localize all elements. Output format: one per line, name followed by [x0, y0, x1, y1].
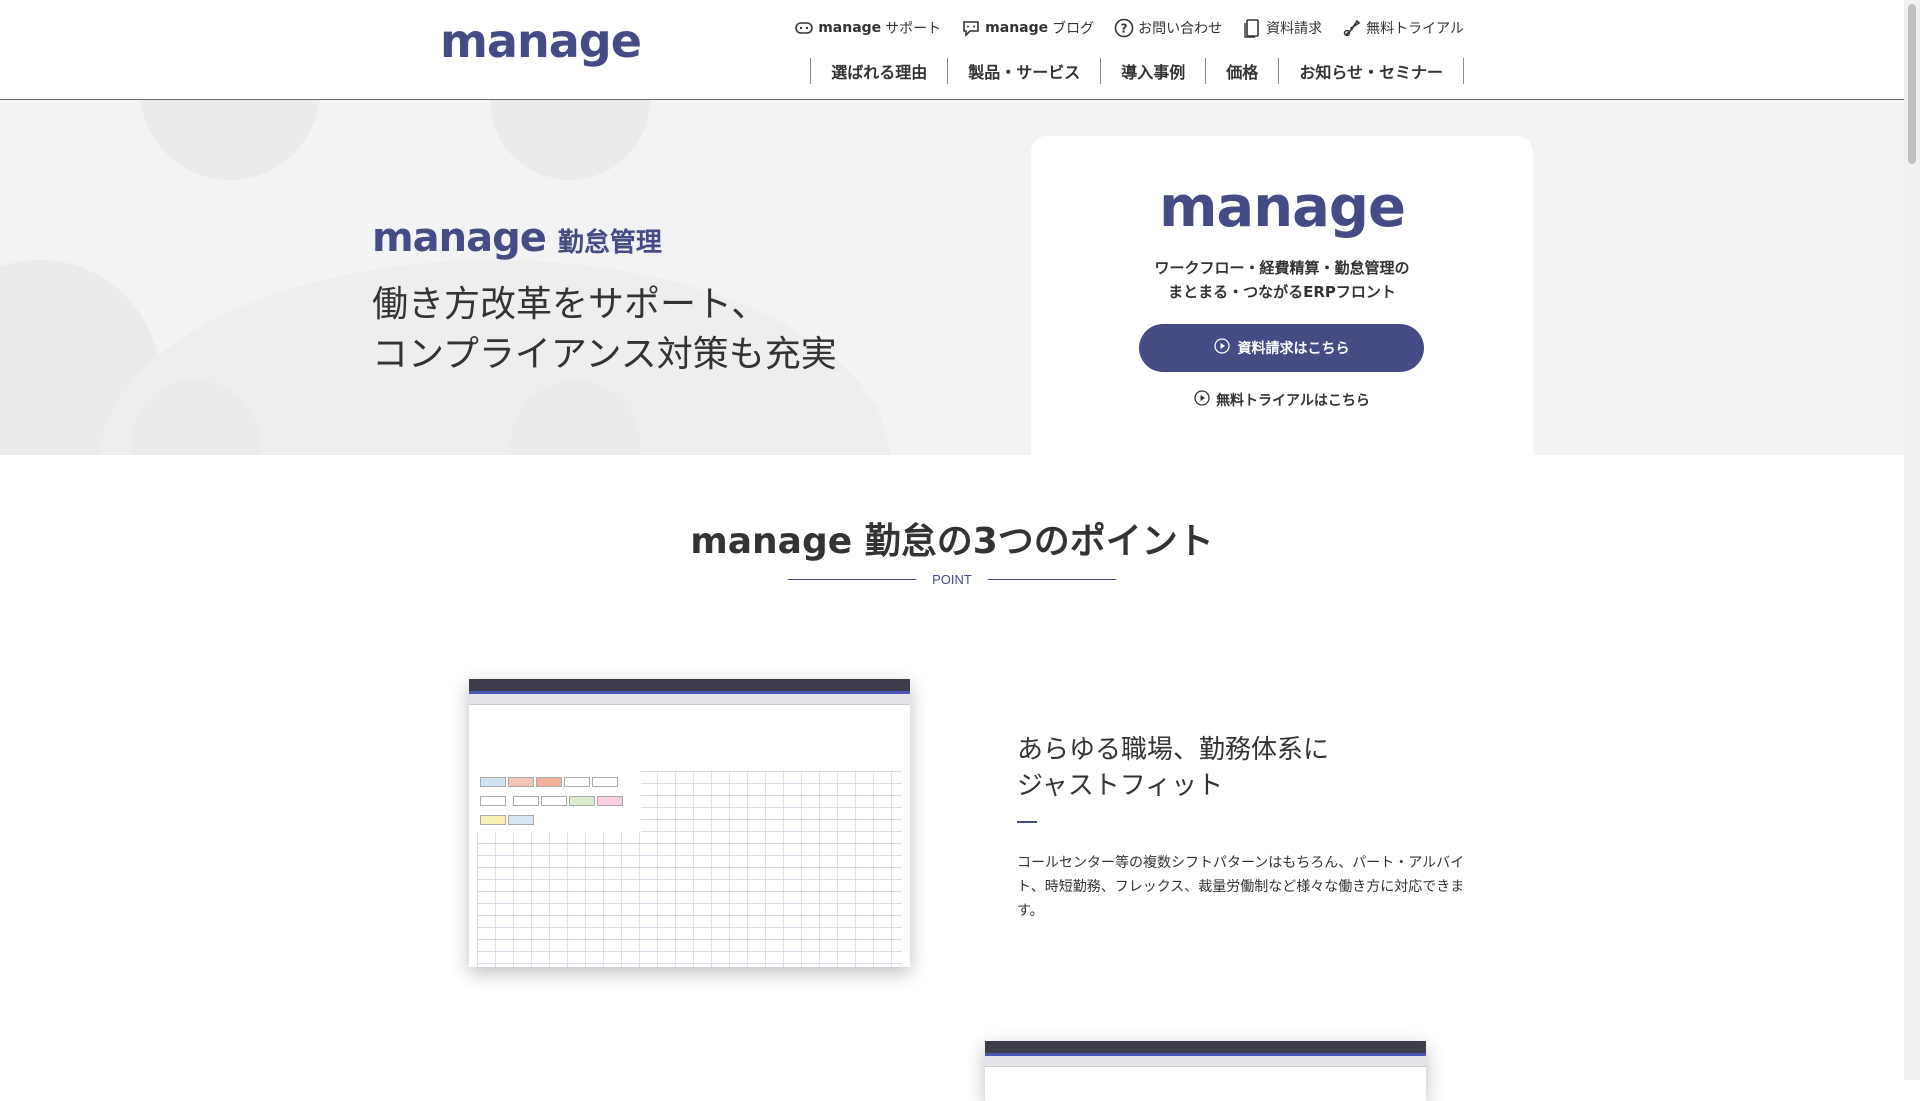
- play-circle-icon: [1194, 390, 1210, 410]
- hero-logo: manage: [372, 215, 547, 261]
- points-subtitle: POINT: [0, 572, 1904, 587]
- shift-chip: [480, 815, 506, 825]
- hero-catchcopy: 働き方改革をサポート、 コンプライアンス対策も充実: [372, 280, 837, 380]
- hero-brand: manage 勤怠管理: [372, 215, 662, 261]
- decorative-circle: [490, 100, 650, 180]
- play-circle-icon: [1213, 338, 1230, 358]
- points-title: manage 勤怠の3つのポイント: [690, 521, 1214, 562]
- shift-chip: [592, 777, 618, 787]
- nav-item-reasons[interactable]: 選ばれる理由: [811, 58, 949, 84]
- shift-chip: [513, 796, 540, 806]
- utility-nav: manage サポート manage ブログ ? お問い合わせ 資料請求 無料トライ…: [794, 18, 1464, 38]
- nav-item-pricing[interactable]: 価格: [1206, 58, 1280, 84]
- hero-catch-line2: コンプライアンス対策も充実: [372, 334, 837, 375]
- util-trial-text: 無料トライアル: [1366, 21, 1464, 37]
- support-icon: [794, 18, 814, 38]
- util-blog-text: ブログ: [1052, 21, 1095, 37]
- shift-chip: [508, 815, 534, 825]
- attendance-screenshot: [469, 679, 910, 967]
- trial-icon: [1342, 18, 1362, 38]
- point1-title: あらゆる職場、勤務体系に ジャストフィット: [1017, 732, 1329, 804]
- decorative-circle: [140, 100, 320, 180]
- screenshot-tabs: [985, 1056, 1426, 1067]
- free-trial-link[interactable]: 無料トライアルはこちら: [1031, 390, 1533, 410]
- question-icon: ?: [1114, 18, 1134, 38]
- shift-chip: [480, 796, 506, 806]
- shift-chip: [569, 796, 596, 806]
- svg-text:?: ?: [1121, 22, 1128, 36]
- util-support-bold: manage: [818, 20, 882, 36]
- point1-title-line1: あらゆる職場、勤務体系に: [1017, 735, 1330, 765]
- nav-item-news[interactable]: お知らせ・セミナー: [1279, 58, 1464, 84]
- util-request-text: 資料請求: [1266, 21, 1323, 37]
- free-trial-label: 無料トライアルはこちら: [1216, 393, 1370, 409]
- point1-title-line2: ジャストフィット: [1017, 771, 1224, 801]
- shift-chip: [480, 777, 506, 787]
- hero-section: manage 勤怠管理 働き方改革をサポート、 コンプライアンス対策も充実 ma…: [0, 100, 1904, 455]
- util-blog-link[interactable]: manage ブログ: [961, 18, 1094, 38]
- divider: [987, 579, 1116, 580]
- shift-chip: [541, 796, 568, 806]
- screenshot-shift-chips: [477, 771, 641, 832]
- card-desc-line2: まとまる・つながるERPフロント: [1168, 283, 1396, 301]
- request-docs-button[interactable]: 資料請求はこちら: [1139, 324, 1424, 372]
- attendance-screenshot-2: [985, 1041, 1426, 1101]
- util-support-text: サポート: [885, 21, 942, 37]
- util-support-link[interactable]: manage サポート: [794, 18, 941, 38]
- hero-product-name: 勤怠管理: [557, 228, 662, 258]
- card-desc-line1: ワークフロー・経費精算・勤怠管理の: [1154, 259, 1410, 277]
- shift-chip: [564, 777, 590, 787]
- util-trial-link[interactable]: 無料トライアル: [1342, 18, 1464, 38]
- blog-icon: [961, 18, 981, 38]
- screenshot-titlebar: [469, 679, 910, 691]
- request-docs-label: 資料請求はこちら: [1237, 341, 1350, 357]
- site-header: manage manage サポート manage ブログ ? お問い合わせ 資料請…: [0, 0, 1904, 100]
- document-icon: [1242, 18, 1262, 38]
- point1-rule: [1017, 821, 1037, 823]
- screenshot-titlebar: [985, 1041, 1426, 1053]
- site-logo[interactable]: manage: [440, 18, 642, 64]
- shift-chip: [597, 796, 624, 806]
- screenshot-tabs: [469, 694, 910, 705]
- point1-description: コールセンター等の複数シフトパターンはもちろん、パート・アルバイト、時短勤務、フ…: [1017, 855, 1465, 919]
- util-request-link[interactable]: 資料請求: [1242, 18, 1322, 38]
- card-description: ワークフロー・経費精算・勤怠管理の まとまる・つながるERPフロント: [1031, 256, 1533, 304]
- divider: [788, 579, 917, 580]
- main-nav: 選ばれる理由 製品・サービス 導入事例 価格 お知らせ・セミナー: [810, 58, 1464, 84]
- hero-cta-card: manage ワークフロー・経費精算・勤怠管理の まとまる・つながるERPフロン…: [1031, 136, 1533, 455]
- util-blog-bold: manage: [985, 20, 1049, 36]
- shift-chip: [536, 777, 562, 787]
- hero-catch-line1: 働き方改革をサポート、: [372, 284, 768, 325]
- util-contact-link[interactable]: ? お問い合わせ: [1114, 18, 1222, 38]
- shift-chip: [508, 777, 534, 787]
- card-logo: manage: [1159, 175, 1406, 240]
- util-contact-text: お問い合わせ: [1138, 21, 1223, 37]
- page-scrollbar[interactable]: [1904, 0, 1920, 1080]
- nav-item-cases[interactable]: 導入事例: [1101, 58, 1207, 84]
- points-subtitle-text: POINT: [932, 572, 972, 587]
- scrollbar-thumb[interactable]: [1908, 4, 1916, 164]
- nav-item-products[interactable]: 製品・サービス: [948, 58, 1102, 84]
